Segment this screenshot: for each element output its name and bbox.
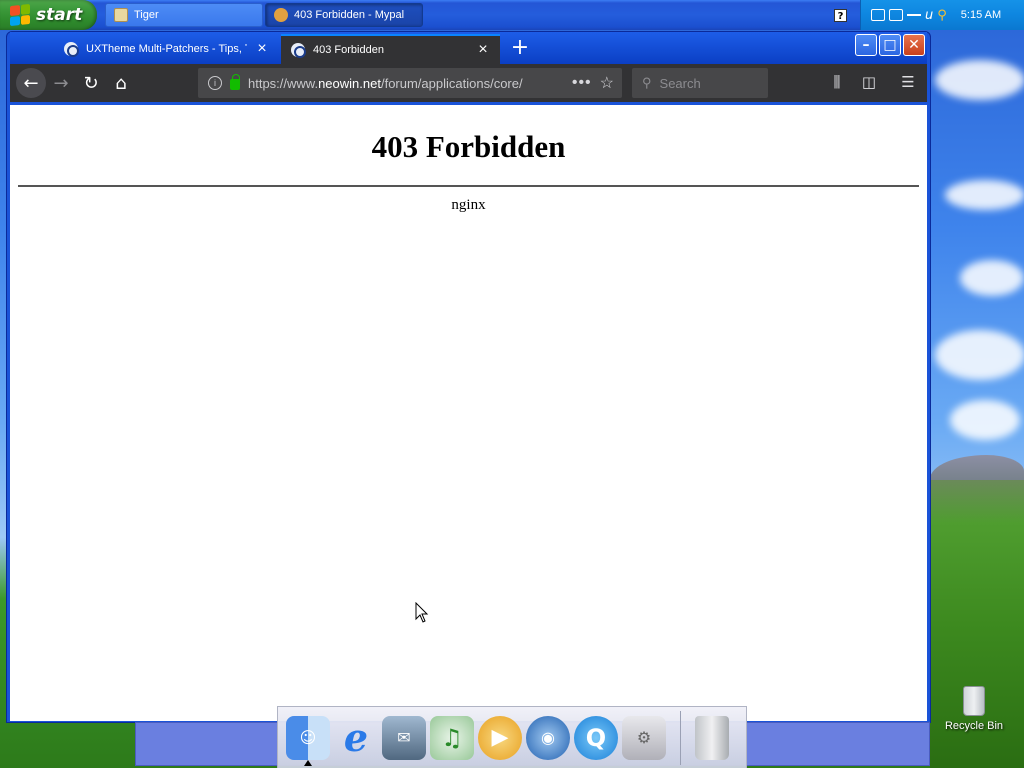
tab-title: UXTheme Multi-Patchers - Tips, Tw xyxy=(86,43,247,55)
help-icon[interactable]: ? xyxy=(834,9,847,22)
neowin-favicon-icon xyxy=(64,42,79,57)
cloud xyxy=(935,330,1024,380)
display-icon[interactable] xyxy=(871,9,885,21)
page-actions-icon[interactable]: ••• xyxy=(572,74,592,92)
home-button[interactable]: ⌂ xyxy=(106,68,136,98)
window-controls: – □ ✕ xyxy=(855,34,925,56)
task-label: 403 Forbidden - Mypal xyxy=(294,9,405,21)
lock-icon xyxy=(230,74,240,90)
recycle-bin[interactable]: Recycle Bin xyxy=(944,686,1004,732)
system-tray: u ⚲ 5:15 AM xyxy=(860,0,1024,30)
mail-icon[interactable]: ✉ xyxy=(382,715,426,760)
forward-button[interactable]: → xyxy=(46,68,76,98)
itunes-icon[interactable]: ♫ xyxy=(430,715,474,760)
browser-window: UXTheme Multi-Patchers - Tips, Tw × 403 … xyxy=(6,31,931,723)
cloud xyxy=(950,400,1020,440)
server-name: nginx xyxy=(451,197,486,213)
u-icon[interactable]: u xyxy=(925,8,933,23)
cloud xyxy=(960,260,1024,296)
finder-icon[interactable]: ☺ xyxy=(286,715,330,760)
quicktime-q-icon[interactable]: Q xyxy=(574,715,618,760)
bookmark-star-icon[interactable]: ☆ xyxy=(600,73,614,93)
tab-403-forbidden[interactable]: 403 Forbidden × xyxy=(281,34,500,64)
quicktime-icon[interactable]: ▶ xyxy=(478,715,522,760)
running-indicator-icon xyxy=(304,760,312,766)
minimize-button[interactable]: – xyxy=(855,34,877,56)
search-icon: ⚲ xyxy=(642,75,652,90)
start-button[interactable]: start xyxy=(0,0,97,30)
dvd-player-icon[interactable]: ◉ xyxy=(526,715,570,760)
tab-bar: UXTheme Multi-Patchers - Tips, Tw × 403 … xyxy=(10,32,927,64)
network-icon[interactable] xyxy=(889,9,903,21)
search-input[interactable]: ⚲ Search xyxy=(632,68,768,98)
divider xyxy=(18,185,919,187)
folder-icon xyxy=(114,8,128,22)
recycle-bin-icon xyxy=(963,686,985,716)
tab-uxtheme[interactable]: UXTheme Multi-Patchers - Tips, Tw × xyxy=(54,34,279,64)
reload-button[interactable]: ↻ xyxy=(76,68,106,98)
dock: ☺ e ✉ ♫ ▶ ◉ Q ⚙ xyxy=(277,706,747,768)
start-label: start xyxy=(36,5,83,25)
volume-icon[interactable] xyxy=(907,14,921,16)
mouse-cursor-icon xyxy=(415,602,429,623)
tab-close-icon[interactable]: × xyxy=(255,40,269,58)
taskbar-item-mypal[interactable]: 403 Forbidden - Mypal xyxy=(265,3,423,27)
task-label: Tiger xyxy=(134,9,159,21)
mypal-icon xyxy=(274,8,288,22)
clock[interactable]: 5:15 AM xyxy=(961,9,1001,21)
search-placeholder: Search xyxy=(659,75,701,91)
close-button[interactable]: ✕ xyxy=(903,34,925,56)
tab-close-icon[interactable]: × xyxy=(476,41,490,59)
tab-title: 403 Forbidden xyxy=(313,44,384,56)
system-preferences-icon[interactable]: ⚙ xyxy=(622,715,666,760)
maximize-button[interactable]: □ xyxy=(879,34,901,56)
back-button[interactable]: ← xyxy=(16,68,46,98)
trash-icon[interactable] xyxy=(695,715,729,760)
recycle-bin-label: Recycle Bin xyxy=(944,720,1004,732)
page-heading: 403 Forbidden xyxy=(371,129,566,164)
taskbar: start Tiger 403 Forbidden - Mypal ? u ⚲ … xyxy=(0,0,1024,30)
info-icon[interactable]: i xyxy=(208,76,222,90)
cloud xyxy=(945,180,1024,210)
sidebar-icon[interactable]: ◫ xyxy=(859,73,879,93)
menu-icon[interactable]: ☰ xyxy=(898,73,918,93)
search-tray-icon[interactable]: ⚲ xyxy=(937,8,947,23)
page-content: 403 Forbidden nginx xyxy=(10,105,927,721)
url-bar[interactable]: i https://www.neowin.net/forum/applicati… xyxy=(198,68,622,98)
windows-flag-icon xyxy=(10,3,30,27)
url-text[interactable]: https://www.neowin.net/forum/application… xyxy=(248,76,564,91)
library-icon[interactable]: ⫼ xyxy=(827,73,847,93)
nav-toolbar: ← → ↻ ⌂ i https://www.neowin.net/forum/a… xyxy=(10,64,927,102)
taskbar-item-tiger[interactable]: Tiger xyxy=(105,3,263,27)
dock-separator xyxy=(680,710,681,765)
new-tab-button[interactable]: + xyxy=(508,35,532,61)
internet-explorer-icon[interactable]: e xyxy=(334,715,378,760)
neowin-favicon-icon xyxy=(291,43,306,58)
cloud xyxy=(935,60,1024,100)
